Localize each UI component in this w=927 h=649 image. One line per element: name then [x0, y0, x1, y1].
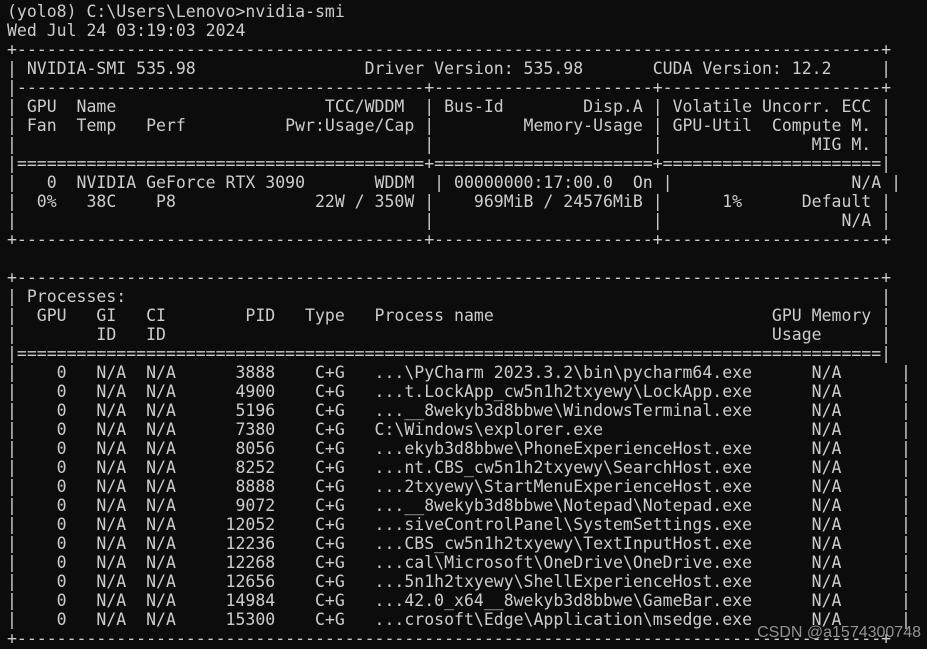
process-row: | 0 N/A N/A 12052 C+G ...siveControlPane…	[7, 515, 911, 534]
command-line: (yolo8) C:\Users\Lenovo>nvidia-smi	[7, 2, 345, 21]
timestamp-line: Wed Jul 24 03:19:03 2024	[7, 21, 246, 40]
gpu-table-line: | Fan Temp Perf Pwr:Usage/Cap | Memory-U…	[7, 116, 892, 135]
terminal-output[interactable]: (yolo8) C:\Users\Lenovo>nvidia-smi Wed Ju…	[7, 2, 911, 648]
gpu-table-line: +---------------------------------------…	[7, 40, 892, 59]
process-row: | 0 N/A N/A 3888 C+G ...\PyCharm 2023.3.…	[7, 363, 911, 382]
process-row: | 0 N/A N/A 5196 C+G ...__8wekyb3d8bbwe\…	[7, 401, 911, 420]
process-row: | 0 N/A N/A 12656 C+G ...5n1h2txyewy\She…	[7, 572, 911, 591]
process-header-line: +---------------------------------------…	[7, 268, 892, 287]
process-row: | 0 N/A N/A 12236 C+G ...CBS_cw5n1h2txye…	[7, 534, 911, 553]
gpu-table-line: | | | N/A |	[7, 211, 892, 230]
process-header-line: | Processes: |	[7, 287, 892, 306]
gpu-table-line: |---------------------------------------…	[7, 78, 892, 97]
process-header-line: | GPU GI CI PID Type Process name GPU Me…	[7, 306, 892, 325]
process-header-line: |=======================================…	[7, 344, 892, 363]
process-row: | 0 N/A N/A 8252 C+G ...nt.CBS_cw5n1h2tx…	[7, 458, 911, 477]
process-header-line: | ID ID Usage |	[7, 325, 892, 344]
process-row: | 0 N/A N/A 12268 C+G ...cal\Microsoft\O…	[7, 553, 911, 572]
gpu-table-line: |=======================================…	[7, 154, 892, 173]
process-row: | 0 N/A N/A 14984 C+G ...42.0_x64__8weky…	[7, 591, 911, 610]
watermark: CSDN @a1574300748	[757, 624, 921, 641]
gpu-table-line: +---------------------------------------…	[7, 230, 892, 249]
gpu-table-line: | NVIDIA-SMI 535.98 Driver Version: 535.…	[7, 59, 892, 78]
process-row: | 0 N/A N/A 4900 C+G ...t.LockApp_cw5n1h…	[7, 382, 911, 401]
process-row: | 0 N/A N/A 8056 C+G ...ekyb3d8bbwe\Phon…	[7, 439, 911, 458]
process-row: | 0 N/A N/A 8888 C+G ...2txyewy\StartMen…	[7, 477, 911, 496]
gpu-table-line: | 0% 38C P8 22W / 350W | 969MiB / 24576M…	[7, 192, 892, 211]
gpu-table-line: | 0 NVIDIA GeForce RTX 3090 WDDM | 00000…	[7, 173, 902, 192]
gpu-table-line: | | | MIG M. |	[7, 135, 892, 154]
gpu-table-line: | GPU Name TCC/WDDM | Bus-Id Disp.A | Vo…	[7, 97, 892, 116]
process-row: | 0 N/A N/A 7380 C+G C:\Windows\explorer…	[7, 420, 911, 439]
process-row: | 0 N/A N/A 9072 C+G ...__8wekyb3d8bbwe\…	[7, 496, 911, 515]
